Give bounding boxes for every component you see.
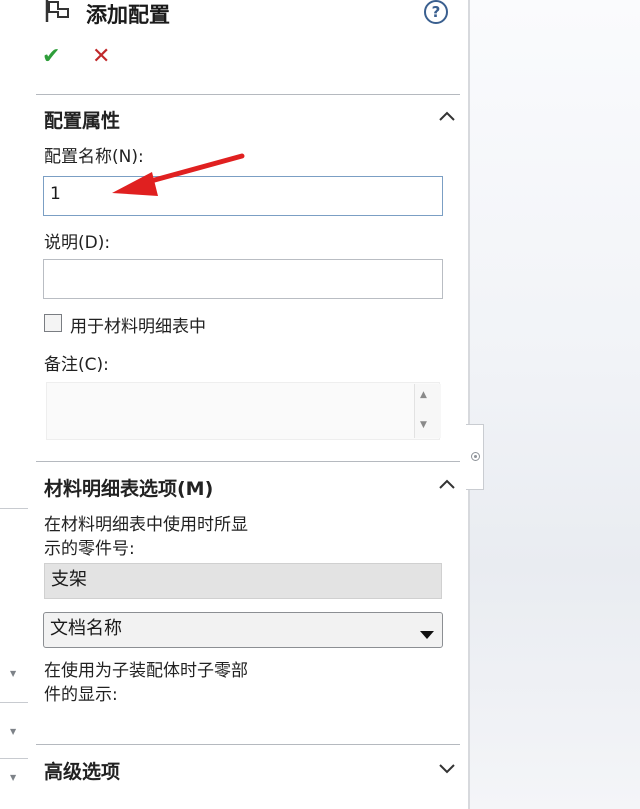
divider	[36, 744, 460, 745]
chevron-up-icon[interactable]	[438, 476, 456, 494]
part-number-source-select[interactable]: 文档名称	[43, 612, 443, 648]
help-icon[interactable]: ?	[424, 0, 448, 24]
page-title: 添加配置	[86, 3, 170, 27]
section-heading-advanced: 高级选项	[44, 761, 121, 783]
panel-border	[468, 0, 470, 809]
graphics-area[interactable]	[470, 0, 640, 809]
comment-scrollbar[interactable]	[414, 384, 441, 438]
divider	[36, 94, 460, 95]
section-heading-config-properties: 配置属性	[44, 110, 121, 132]
ok-button[interactable]: ✔	[42, 44, 60, 69]
splitter-grip-icon[interactable]	[471, 452, 480, 461]
comment-label: 备注(C):	[44, 355, 109, 375]
select-value: 文档名称	[50, 618, 122, 639]
divider	[36, 461, 460, 462]
bom-checkbox-label: 用于材料明细表中	[70, 317, 206, 337]
chevron-down-icon[interactable]	[438, 759, 456, 777]
red-arrow-icon	[100, 150, 250, 200]
tree-expand-icon[interactable]: ▼	[10, 727, 16, 736]
tree-divider	[0, 508, 28, 509]
part-number-label: 示的零件号:	[44, 539, 135, 559]
description-label: 说明(D):	[44, 233, 111, 253]
child-display-label: 在使用为子装配体时子零部	[44, 661, 248, 681]
tree-expand-icon[interactable]: ▼	[10, 773, 16, 782]
cancel-button[interactable]: ✕	[92, 44, 110, 69]
chevron-up-icon[interactable]	[438, 108, 456, 126]
bom-checkbox[interactable]	[44, 314, 62, 332]
scroll-up-icon[interactable]: ▲	[420, 390, 427, 400]
comment-textarea[interactable]	[46, 382, 440, 440]
configuration-flag-icon	[44, 0, 76, 24]
section-heading-bom-options: 材料明细表选项(M)	[44, 478, 214, 500]
tree-divider	[0, 702, 28, 703]
tree-divider	[0, 758, 28, 759]
dropdown-arrow-icon[interactable]	[420, 623, 434, 647]
scroll-down-icon[interactable]: ▼	[420, 420, 427, 430]
part-number-label: 在材料明细表中使用时所显	[44, 515, 248, 535]
child-display-label: 件的显示:	[44, 685, 118, 705]
part-number-field: 支架	[44, 563, 442, 599]
description-input[interactable]	[43, 259, 443, 299]
tree-expand-icon[interactable]: ▼	[10, 669, 16, 678]
